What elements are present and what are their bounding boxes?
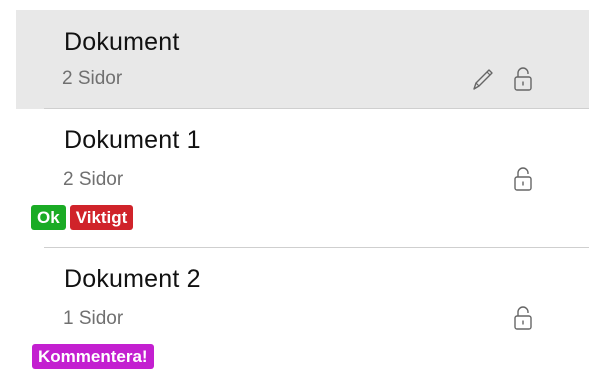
tag-ok[interactable]: Ok xyxy=(31,205,66,230)
lock-icon[interactable] xyxy=(510,64,536,94)
document-list-item[interactable]: Dokument 1 2 Sidor Ok Viktigt xyxy=(0,110,589,248)
document-page-count: 2 Sidor xyxy=(63,169,124,190)
tag-important[interactable]: Viktigt xyxy=(69,205,134,230)
tag-list: Kommentera! xyxy=(32,344,154,369)
list-divider xyxy=(44,108,589,109)
pencil-icon[interactable] xyxy=(470,64,496,94)
document-title: Dokument xyxy=(64,28,180,56)
lock-icon[interactable] xyxy=(510,164,536,194)
document-list: Dokument 2 Sidor Dokument 1 2 Sidor Ok V… xyxy=(0,0,589,371)
document-list-item-selected[interactable]: Dokument 2 Sidor xyxy=(16,10,589,109)
document-list-item[interactable]: Dokument 2 1 Sidor Kommentera! xyxy=(0,248,589,371)
document-page-count: 1 Sidor xyxy=(63,308,124,329)
tag-comment[interactable]: Kommentera! xyxy=(32,344,154,369)
lock-icon[interactable] xyxy=(510,303,536,333)
document-page-count: 2 Sidor xyxy=(62,68,123,89)
document-title: Dokument 2 xyxy=(64,265,201,293)
tag-list: Ok Viktigt xyxy=(31,205,134,230)
document-title: Dokument 1 xyxy=(64,126,201,154)
